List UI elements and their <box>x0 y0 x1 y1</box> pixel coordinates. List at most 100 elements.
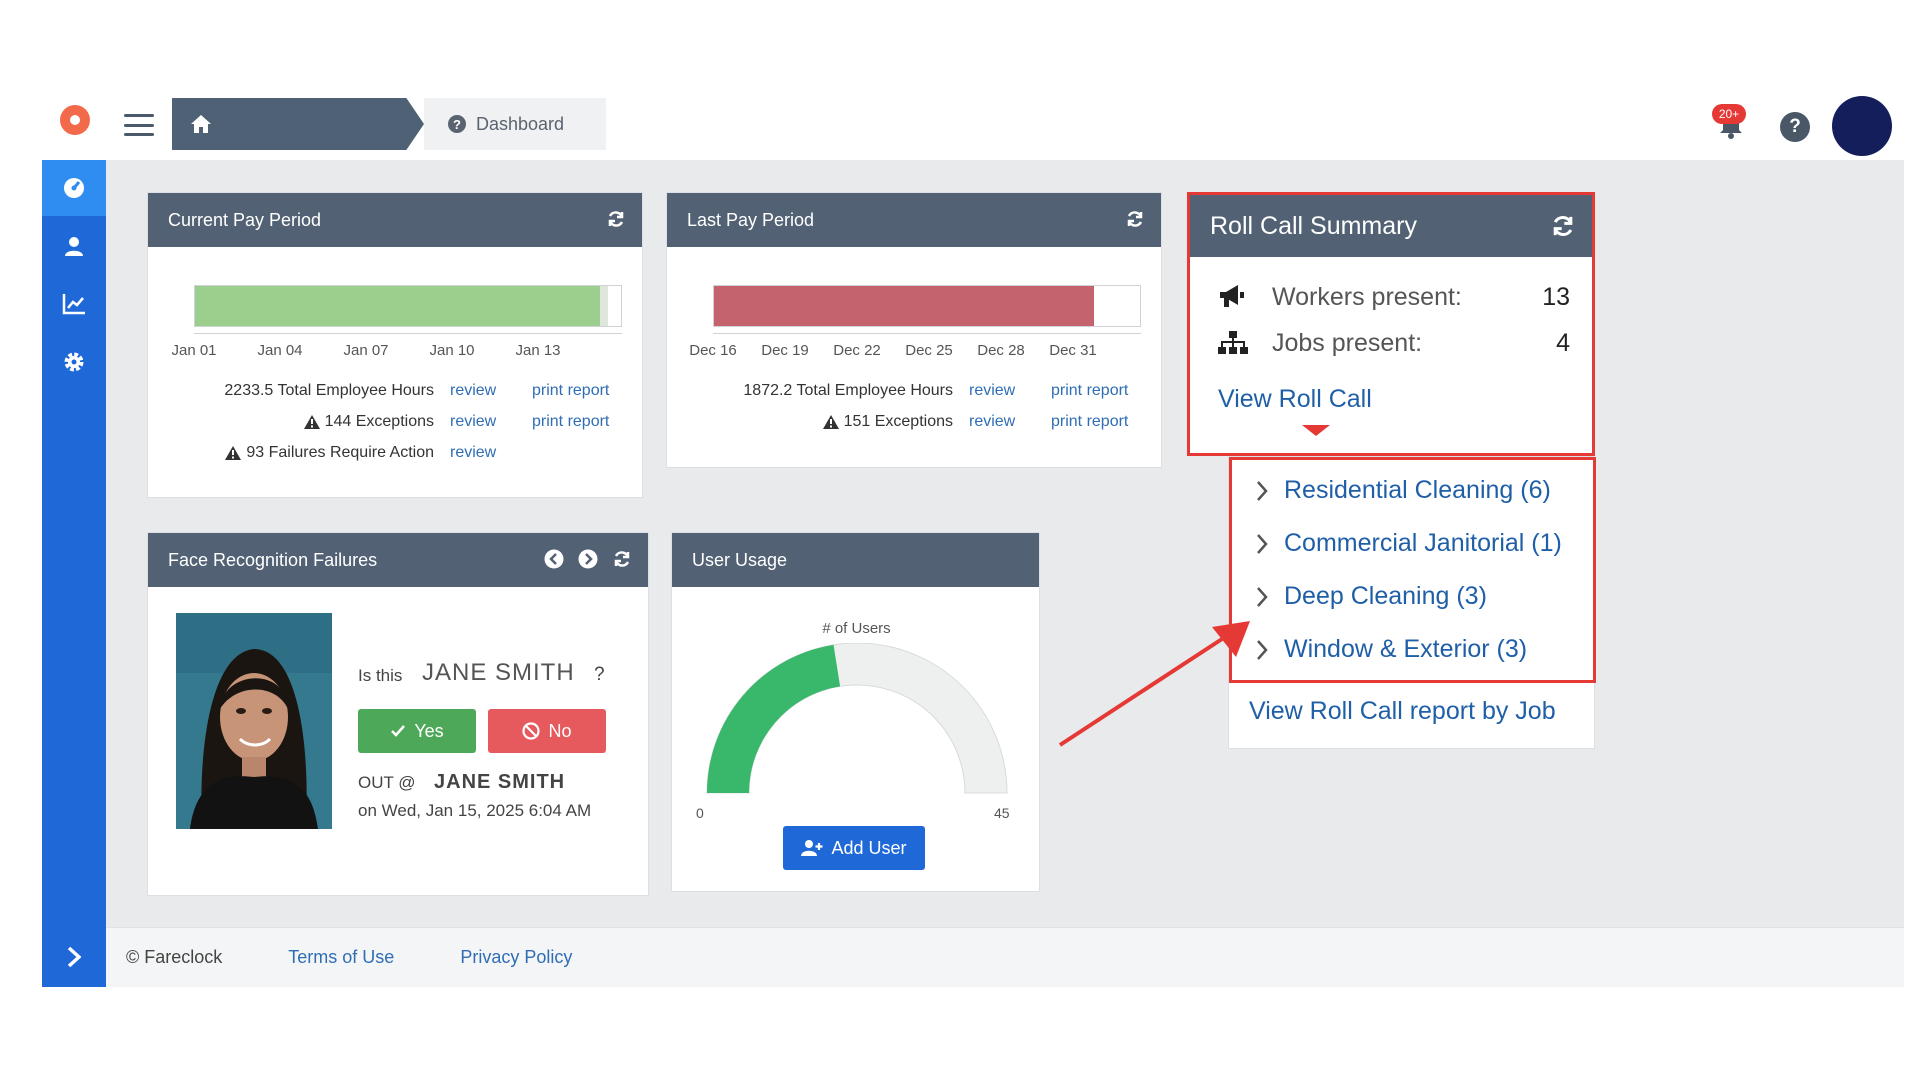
roll-call-summary-card: Roll Call Summary Workers present: 13 Jo… <box>1187 192 1595 456</box>
workers-present-count: 13 <box>1542 283 1570 311</box>
card-title: Current Pay Period <box>168 209 322 230</box>
privacy-policy-link[interactable]: Privacy Policy <box>460 947 572 968</box>
job-list-item[interactable]: Commercial Janitorial (1) <box>1256 529 1562 558</box>
check-icon <box>391 725 406 737</box>
job-list-item[interactable]: Residential Cleaning (6) <box>1256 476 1551 505</box>
print-exceptions-report-link[interactable]: print report <box>532 413 609 431</box>
job-list-item[interactable]: Window & Exterior (3) <box>1256 635 1527 664</box>
pay-period-timeline: Dec 16 Dec 19 Dec 22 Dec 25 Dec 28 Dec 31 <box>667 247 1161 367</box>
total-hours-label: 2233.5 Total Employee Hours <box>224 382 434 399</box>
punch-type-label: OUT @ <box>358 773 416 792</box>
refresh-icon[interactable] <box>612 549 632 569</box>
breadcrumb-home[interactable] <box>172 98 424 150</box>
view-roll-call-link[interactable]: View Roll Call <box>1218 385 1372 414</box>
refresh-icon[interactable] <box>606 209 626 229</box>
job-name: Residential Cleaning (6) <box>1284 476 1551 504</box>
jobs-present-label: Jobs present: <box>1272 329 1423 357</box>
timeline-tick-label: Jan 10 <box>429 342 475 359</box>
print-exceptions-report-link[interactable]: print report <box>1051 413 1128 431</box>
face-recognition-card: Face Recognition Failures Is this JANE S… <box>147 532 649 896</box>
user-icon <box>65 237 83 256</box>
review-hours-link[interactable]: review <box>450 382 496 400</box>
dashboard-icon <box>64 178 84 198</box>
dropdown-caret-icon <box>1302 425 1330 436</box>
identity-question-prefix: Is this <box>358 666 403 685</box>
refresh-icon[interactable] <box>1550 213 1576 239</box>
identity-question-suffix: ? <box>594 664 605 685</box>
total-hours-label: 1872.2 Total Employee Hours <box>743 382 953 399</box>
timeline-period-bar <box>714 286 1094 326</box>
refresh-icon[interactable] <box>1125 209 1145 229</box>
yes-button-label: Yes <box>414 720 444 741</box>
sitemap-icon <box>1218 331 1248 354</box>
face-photo <box>176 613 332 829</box>
menu-toggle-icon[interactable] <box>124 114 154 136</box>
chevron-right-icon <box>1257 639 1268 660</box>
print-hours-report-link[interactable]: print report <box>532 382 609 400</box>
card-header: User Usage <box>672 533 1039 587</box>
card-header: Current Pay Period <box>148 193 642 247</box>
gauge-label: # of Users <box>822 620 891 637</box>
confirm-yes-button[interactable]: Yes <box>358 709 476 753</box>
timeline-track <box>713 285 1141 327</box>
review-exceptions-link[interactable]: review <box>450 413 496 431</box>
roll-call-jobs-dropdown: Residential Cleaning (6) Commercial Jani… <box>1228 456 1596 749</box>
warning-icon <box>225 446 242 460</box>
card-header: Roll Call Summary <box>1190 195 1592 257</box>
gauge-max-label: 45 <box>994 805 1010 821</box>
gauge-min-label: 0 <box>696 805 704 821</box>
terms-of-use-link[interactable]: Terms of Use <box>288 947 394 968</box>
job-name: Window & Exterior (3) <box>1284 635 1528 663</box>
add-user-label: Add User <box>831 837 907 858</box>
card-title: Face Recognition Failures <box>168 549 378 570</box>
footer: © Fareclock Terms of Use Privacy Policy <box>106 927 1904 987</box>
add-user-button[interactable]: Add User <box>783 826 925 870</box>
punch-employee-name: JANE SMITH <box>434 771 566 793</box>
timeline-tick-label: Jan 13 <box>515 342 561 359</box>
sidebar-item-users[interactable] <box>42 218 106 274</box>
sidebar-item-settings[interactable] <box>42 334 106 390</box>
last-pay-period-card: Last Pay Period Dec 16 Dec 19 Dec 22 Dec 25… <box>666 192 1162 468</box>
next-icon[interactable] <box>578 549 598 569</box>
failures-label: 93 Failures Require Action <box>246 444 434 461</box>
home-icon <box>191 115 211 133</box>
pay-period-timeline: Jan 01 Jan 04 Jan 07 Jan 10 Jan 13 <box>148 247 642 367</box>
roll-call-report-link[interactable]: View Roll Call report by Job <box>1249 697 1556 726</box>
identity-name: JANE SMITH <box>422 659 575 686</box>
chevron-right-icon <box>1257 533 1268 554</box>
timeline-tick-label: Dec 16 <box>689 342 737 359</box>
punch-timestamp: on Wed, Jan 15, 2025 6:04 AM <box>358 801 592 820</box>
dashboard-help-icon: ? <box>448 115 466 133</box>
print-hours-report-link[interactable]: print report <box>1051 382 1128 400</box>
user-usage-card: User Usage # of Users 0 45 Add User <box>671 532 1040 892</box>
user-avatar[interactable] <box>1832 96 1892 156</box>
review-failures-link[interactable]: review <box>450 444 496 462</box>
workers-present-label: Workers present: <box>1272 283 1462 311</box>
jobs-present-count: 4 <box>1556 329 1570 357</box>
sidebar-item-dashboard[interactable] <box>42 160 106 216</box>
breadcrumb-label: Dashboard <box>476 113 565 134</box>
sidebar-item-reports[interactable] <box>42 276 106 332</box>
previous-icon[interactable] <box>544 549 564 569</box>
confirm-no-button[interactable]: No <box>488 709 606 753</box>
app-logo-icon[interactable] <box>58 102 92 138</box>
help-icon[interactable]: ? <box>1780 112 1810 142</box>
timeline-tick-label: Jan 04 <box>257 342 303 359</box>
no-button-label: No <box>548 720 572 741</box>
timeline-tick-label: Dec 22 <box>833 342 881 359</box>
gauge-fill <box>707 644 841 793</box>
warning-icon <box>822 415 839 429</box>
job-list-item[interactable]: Deep Cleaning (3) <box>1256 582 1487 611</box>
app-window: ? Dashboard 20+ ? Current Pay Period Jan… <box>42 82 1904 987</box>
timeline-progress-bar <box>195 286 608 326</box>
top-bar: ? Dashboard 20+ ? <box>42 82 1904 160</box>
review-hours-link[interactable]: review <box>969 382 1015 400</box>
sidebar-expand-button[interactable] <box>42 927 106 987</box>
annotation-arrow-icon <box>1058 621 1250 747</box>
add-user-icon <box>801 840 823 856</box>
sidebar <box>42 160 106 987</box>
review-exceptions-link[interactable]: review <box>969 413 1015 431</box>
timeline-tick-label: Dec 25 <box>905 342 953 359</box>
jobs-list-highlight: Residential Cleaning (6) Commercial Jani… <box>1229 457 1596 683</box>
card-title: Roll Call Summary <box>1210 211 1417 240</box>
